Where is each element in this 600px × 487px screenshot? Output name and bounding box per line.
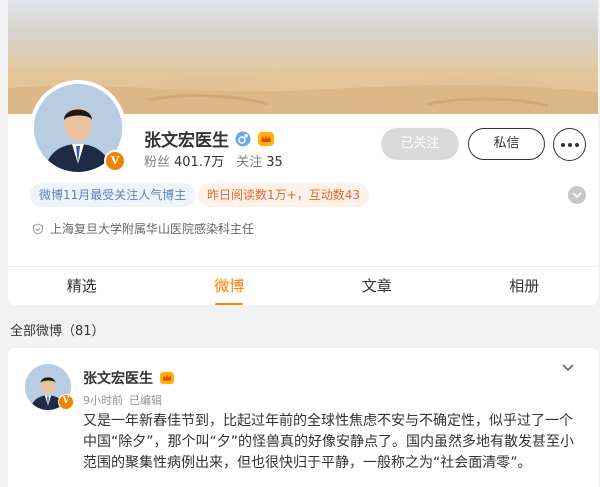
post-verified-badge-icon: V xyxy=(58,394,74,410)
post-author-row: 张文宏医生 xyxy=(83,368,175,388)
organization-row: 上海复旦大学附属华山医院感染科主任 xyxy=(32,220,254,237)
chevron-down-icon[interactable] xyxy=(561,360,575,374)
tab-weibo[interactable]: 微博 xyxy=(156,267,304,305)
expand-info-button[interactable] xyxy=(568,186,586,204)
profile-name-row: 张文宏医生 xyxy=(144,126,275,151)
crown-icon[interactable] xyxy=(257,131,275,147)
profile-tabs: 精选 微博 文章 相册 xyxy=(8,266,598,305)
profile-card: V 张文宏医生 粉丝 401.7万 关注 35 已关注 私信 微博11月最受关注人气… xyxy=(8,0,598,305)
post-time[interactable]: 9小时前 xyxy=(83,392,123,408)
all-posts-count: 全部微博（81） xyxy=(10,324,105,339)
post-text: 又是一年新春佳节到，比起过年前的全球性焦虑不安与不确定性，似乎过了一个中国“除夕… xyxy=(83,413,575,471)
profile-stats: 粉丝 401.7万 关注 35 xyxy=(144,151,283,170)
post-meta: 9小时前 已编辑 xyxy=(83,392,162,408)
reading-stats-tag[interactable]: 昨日阅读数1万+，互动数43 xyxy=(198,183,369,207)
tab-articles[interactable]: 文章 xyxy=(303,267,451,305)
message-button[interactable]: 私信 xyxy=(468,128,545,160)
profile-name: 张文宏医生 xyxy=(144,131,229,151)
post-author[interactable]: 张文宏医生 xyxy=(83,368,153,388)
fans-stat[interactable]: 粉丝 401.7万 xyxy=(144,151,224,170)
post-edited[interactable]: 已编辑 xyxy=(129,392,162,408)
organization-text: 上海复旦大学附属华山医院感染科主任 xyxy=(50,222,255,236)
following-stat[interactable]: 关注 35 xyxy=(236,151,283,170)
male-icon xyxy=(235,131,251,146)
crown-icon[interactable] xyxy=(159,371,175,385)
tab-album[interactable]: 相册 xyxy=(451,267,599,305)
followed-button[interactable]: 已关注 xyxy=(381,128,459,160)
shield-icon xyxy=(33,222,43,235)
tab-featured[interactable]: 精选 xyxy=(8,267,156,305)
popular-blogger-tag[interactable]: 微博11月最受关注人气博主 xyxy=(30,183,196,207)
chevron-down-icon xyxy=(572,192,582,198)
verified-badge-icon: V xyxy=(104,150,126,172)
more-icon[interactable] xyxy=(553,128,586,161)
post-card: V 张文宏医生 9小时前 已编辑 又是一年新春佳节到，比起过年前的全球性焦虑不安… xyxy=(8,348,598,487)
